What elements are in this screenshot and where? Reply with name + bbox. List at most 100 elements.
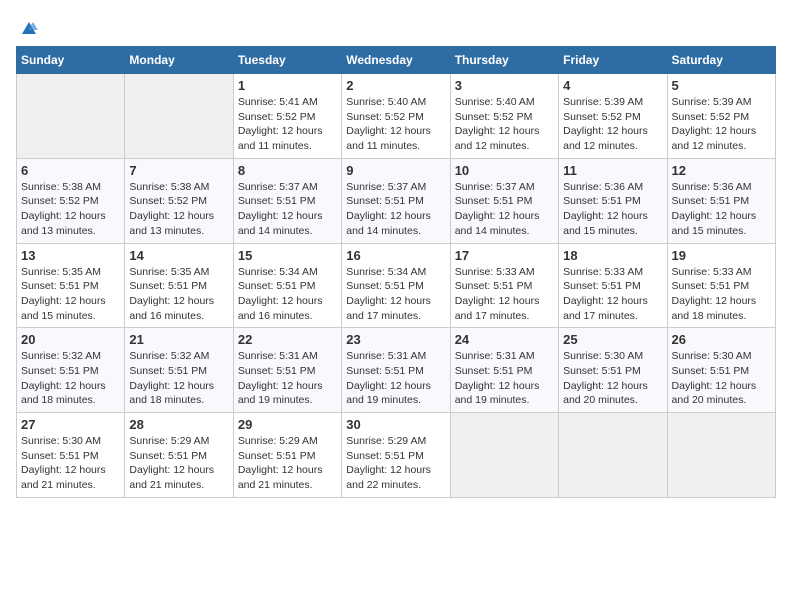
weekday-header: Tuesday: [233, 47, 341, 74]
calendar-cell: 6 Sunrise: 5:38 AMSunset: 5:52 PMDaylight…: [17, 158, 125, 243]
calendar-cell: 22 Sunrise: 5:31 AMSunset: 5:51 PMDayligh…: [233, 328, 341, 413]
calendar-cell: 20Sunrise: 5:32 AMSunset: 5:51 PMDayligh…: [17, 328, 125, 413]
calendar-cell: 7Sunrise: 5:38 AMSunset: 5:52 PMDaylight…: [125, 158, 233, 243]
calendar-cell: 3 Sunrise: 5:40 AMSunset: 5:52 PMDaylight…: [450, 74, 558, 159]
day-number: 12: [672, 163, 771, 178]
day-number: 8: [238, 163, 337, 178]
calendar-cell: [450, 413, 558, 498]
day-number: 22: [238, 332, 337, 347]
calendar-cell: [17, 74, 125, 159]
day-info: Sunrise: 5:31 AMSunset: 5:51 PMDaylight:…: [238, 349, 337, 408]
calendar-cell: 27 Sunrise: 5:30 AMSunset: 5:51 PMDayligh…: [17, 413, 125, 498]
day-number: 24: [455, 332, 554, 347]
day-info: Sunrise: 5:29 AMSunset: 5:51 PMDaylight:…: [238, 434, 337, 493]
day-number: 29: [238, 417, 337, 432]
day-info: Sunrise: 5:40 AMSunset: 5:52 PMDaylight:…: [346, 95, 445, 154]
weekday-header: Sunday: [17, 47, 125, 74]
calendar-cell: [559, 413, 667, 498]
weekday-header: Wednesday: [342, 47, 450, 74]
day-number: 13: [21, 248, 120, 263]
day-number: 30: [346, 417, 445, 432]
day-info: Sunrise: 5:37 AMSunset: 5:51 PMDaylight:…: [238, 180, 337, 239]
day-number: 5: [672, 78, 771, 93]
day-info: Sunrise: 5:30 AMSunset: 5:51 PMDaylight:…: [672, 349, 771, 408]
day-info: Sunrise: 5:36 AMSunset: 5:51 PMDaylight:…: [672, 180, 771, 239]
calendar-cell: 24 Sunrise: 5:31 AMSunset: 5:51 PMDayligh…: [450, 328, 558, 413]
day-info: Sunrise: 5:38 AMSunset: 5:52 PMDaylight:…: [21, 180, 120, 239]
day-info: Sunrise: 5:35 AMSunset: 5:51 PMDaylight:…: [129, 265, 228, 324]
calendar-cell: 13 Sunrise: 5:35 AMSunset: 5:51 PMDayligh…: [17, 243, 125, 328]
calendar-cell: 12 Sunrise: 5:36 AMSunset: 5:51 PMDayligh…: [667, 158, 775, 243]
calendar-week-row: 1 Sunrise: 5:41 AMSunset: 5:52 PMDaylight…: [17, 74, 776, 159]
day-info: Sunrise: 5:32 AMSunset: 5:51 PMDaylight:…: [21, 349, 120, 408]
day-info: Sunrise: 5:40 AMSunset: 5:52 PMDaylight:…: [455, 95, 554, 154]
day-info: Sunrise: 5:37 AMSunset: 5:51 PMDaylight:…: [455, 180, 554, 239]
day-number: 10: [455, 163, 554, 178]
day-info: Sunrise: 5:29 AMSunset: 5:51 PMDaylight:…: [129, 434, 228, 493]
calendar-cell: 11 Sunrise: 5:36 AMSunset: 5:51 PMDayligh…: [559, 158, 667, 243]
day-info: Sunrise: 5:29 AMSunset: 5:51 PMDaylight:…: [346, 434, 445, 493]
day-number: 15: [238, 248, 337, 263]
calendar-cell: 15 Sunrise: 5:34 AMSunset: 5:51 PMDayligh…: [233, 243, 341, 328]
day-info: Sunrise: 5:33 AMSunset: 5:51 PMDaylight:…: [563, 265, 662, 324]
calendar-week-row: 6 Sunrise: 5:38 AMSunset: 5:52 PMDaylight…: [17, 158, 776, 243]
day-info: Sunrise: 5:39 AMSunset: 5:52 PMDaylight:…: [672, 95, 771, 154]
day-number: 1: [238, 78, 337, 93]
calendar-cell: 2 Sunrise: 5:40 AMSunset: 5:52 PMDaylight…: [342, 74, 450, 159]
day-number: 3: [455, 78, 554, 93]
day-info: Sunrise: 5:30 AMSunset: 5:51 PMDaylight:…: [563, 349, 662, 408]
day-info: Sunrise: 5:33 AMSunset: 5:51 PMDaylight:…: [455, 265, 554, 324]
calendar-cell: 30 Sunrise: 5:29 AMSunset: 5:51 PMDayligh…: [342, 413, 450, 498]
day-number: 9: [346, 163, 445, 178]
day-info: Sunrise: 5:34 AMSunset: 5:51 PMDaylight:…: [238, 265, 337, 324]
day-number: 11: [563, 163, 662, 178]
calendar-cell: 28 Sunrise: 5:29 AMSunset: 5:51 PMDayligh…: [125, 413, 233, 498]
calendar-cell: 18 Sunrise: 5:33 AMSunset: 5:51 PMDayligh…: [559, 243, 667, 328]
day-number: 21: [129, 332, 228, 347]
day-number: 2: [346, 78, 445, 93]
calendar-cell: 21Sunrise: 5:32 AMSunset: 5:51 PMDayligh…: [125, 328, 233, 413]
day-info: Sunrise: 5:41 AMSunset: 5:52 PMDaylight:…: [238, 95, 337, 154]
calendar-cell: 17 Sunrise: 5:33 AMSunset: 5:51 PMDayligh…: [450, 243, 558, 328]
calendar-cell: [667, 413, 775, 498]
calendar-cell: 5 Sunrise: 5:39 AMSunset: 5:52 PMDaylight…: [667, 74, 775, 159]
day-number: 6: [21, 163, 120, 178]
weekday-header: Saturday: [667, 47, 775, 74]
day-number: 25: [563, 332, 662, 347]
day-info: Sunrise: 5:36 AMSunset: 5:51 PMDaylight:…: [563, 180, 662, 239]
calendar-week-row: 27 Sunrise: 5:30 AMSunset: 5:51 PMDayligh…: [17, 413, 776, 498]
weekday-header: Monday: [125, 47, 233, 74]
day-number: 14: [129, 248, 228, 263]
calendar-table: SundayMondayTuesdayWednesdayThursdayFrid…: [16, 46, 776, 498]
day-number: 4: [563, 78, 662, 93]
day-number: 27: [21, 417, 120, 432]
day-number: 16: [346, 248, 445, 263]
calendar-cell: 1 Sunrise: 5:41 AMSunset: 5:52 PMDaylight…: [233, 74, 341, 159]
calendar-cell: 9 Sunrise: 5:37 AMSunset: 5:51 PMDaylight…: [342, 158, 450, 243]
calendar-cell: 14 Sunrise: 5:35 AMSunset: 5:51 PMDayligh…: [125, 243, 233, 328]
day-info: Sunrise: 5:30 AMSunset: 5:51 PMDaylight:…: [21, 434, 120, 493]
calendar-cell: 4 Sunrise: 5:39 AMSunset: 5:52 PMDaylight…: [559, 74, 667, 159]
calendar-cell: 29 Sunrise: 5:29 AMSunset: 5:51 PMDayligh…: [233, 413, 341, 498]
calendar-cell: 19 Sunrise: 5:33 AMSunset: 5:51 PMDayligh…: [667, 243, 775, 328]
day-number: 28: [129, 417, 228, 432]
day-info: Sunrise: 5:34 AMSunset: 5:51 PMDaylight:…: [346, 265, 445, 324]
day-info: Sunrise: 5:31 AMSunset: 5:51 PMDaylight:…: [455, 349, 554, 408]
logo-icon: [18, 16, 40, 38]
weekday-header: Friday: [559, 47, 667, 74]
day-info: Sunrise: 5:39 AMSunset: 5:52 PMDaylight:…: [563, 95, 662, 154]
day-info: Sunrise: 5:35 AMSunset: 5:51 PMDaylight:…: [21, 265, 120, 324]
day-number: 19: [672, 248, 771, 263]
day-number: 23: [346, 332, 445, 347]
logo: [16, 16, 40, 38]
header: [16, 16, 776, 38]
day-info: Sunrise: 5:37 AMSunset: 5:51 PMDaylight:…: [346, 180, 445, 239]
calendar-header-row: SundayMondayTuesdayWednesdayThursdayFrid…: [17, 47, 776, 74]
calendar-week-row: 13 Sunrise: 5:35 AMSunset: 5:51 PMDayligh…: [17, 243, 776, 328]
day-number: 17: [455, 248, 554, 263]
day-number: 26: [672, 332, 771, 347]
calendar-cell: 16 Sunrise: 5:34 AMSunset: 5:51 PMDayligh…: [342, 243, 450, 328]
calendar-cell: 10 Sunrise: 5:37 AMSunset: 5:51 PMDayligh…: [450, 158, 558, 243]
day-number: 18: [563, 248, 662, 263]
day-info: Sunrise: 5:33 AMSunset: 5:51 PMDaylight:…: [672, 265, 771, 324]
